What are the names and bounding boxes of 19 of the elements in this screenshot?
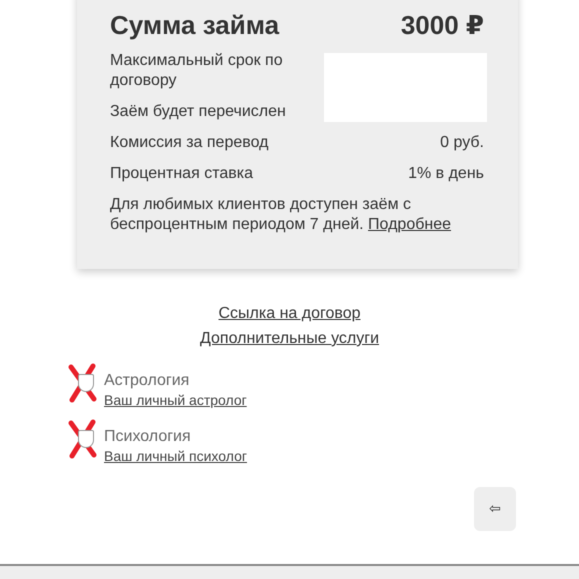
document-link[interactable]: Ссылка на договор bbox=[218, 304, 360, 324]
document-link[interactable]: Дополнительные услуги bbox=[200, 329, 380, 349]
promo-note: Для любимых клиентов доступен заём с беспроцентным периодом 7 дней. Подробнее bbox=[110, 195, 452, 235]
card-title: Сумма займа bbox=[110, 10, 280, 41]
row-value: 0 руб. bbox=[440, 133, 484, 153]
row-label: Максимальный срок по договору bbox=[110, 51, 284, 91]
option-label: Астрология bbox=[104, 371, 190, 391]
row-label: Процентная ставка bbox=[110, 164, 253, 184]
checkbox[interactable] bbox=[78, 430, 94, 448]
row-label: Комиссия за перевод bbox=[110, 133, 268, 153]
option-link[interactable]: Ваш личный астролог bbox=[104, 391, 247, 409]
loan-amount: 3000 ₽ bbox=[400, 10, 484, 41]
more-link[interactable]: Подробнее bbox=[368, 216, 452, 233]
option-link[interactable]: Ваш личный психолог bbox=[104, 447, 247, 465]
option-label: Психология bbox=[104, 427, 192, 447]
back-button[interactable]: ⇦ bbox=[474, 487, 516, 531]
row-value: 1% в день bbox=[408, 164, 484, 184]
row-label: Заём будет перечислен bbox=[110, 102, 286, 122]
checkbox[interactable] bbox=[78, 374, 94, 392]
